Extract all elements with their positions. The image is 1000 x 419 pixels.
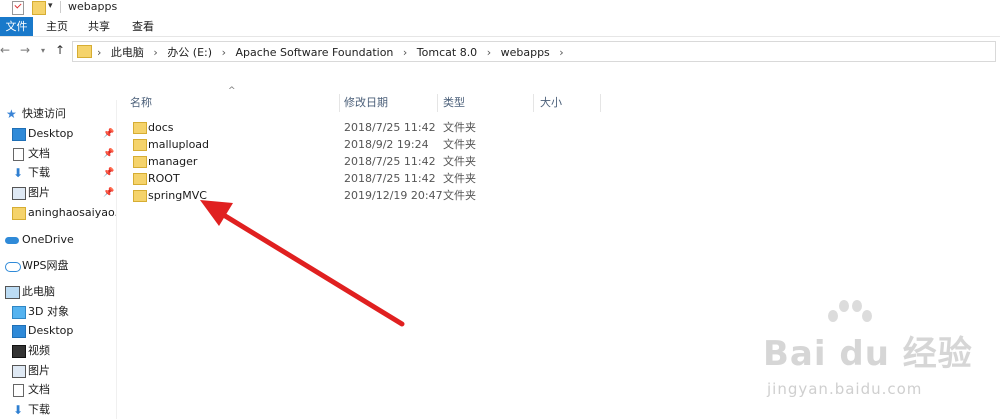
file-name: ROOT xyxy=(148,172,180,185)
download-icon: ⬇ xyxy=(13,403,24,417)
3d-objects-icon xyxy=(12,306,26,319)
title-separator xyxy=(60,1,61,13)
file-date: 2019/12/19 20:47 xyxy=(344,189,443,202)
tab-file[interactable]: 文件 xyxy=(0,17,33,36)
file-date: 2018/7/25 11:42 xyxy=(344,172,436,185)
folder-icon xyxy=(133,122,147,134)
column-name[interactable]: 名称 xyxy=(130,94,152,112)
file-row-root[interactable]: ROOT 2018/7/25 11:42 文件夹 xyxy=(126,170,596,187)
computer-icon xyxy=(5,286,20,299)
picture-icon xyxy=(12,365,26,378)
file-name: manager xyxy=(148,155,198,168)
file-date: 2018/7/25 11:42 xyxy=(344,121,436,134)
document-icon xyxy=(13,384,24,397)
file-date: 2018/9/2 19:24 xyxy=(344,138,429,151)
column-divider[interactable] xyxy=(600,94,601,112)
file-type: 文件夹 xyxy=(443,189,476,202)
file-date: 2018/7/25 11:42 xyxy=(344,155,436,168)
desktop-icon xyxy=(12,128,26,141)
customize-toolbar-chevron-icon[interactable]: ▾ xyxy=(48,1,53,13)
file-row-manager[interactable]: manager 2018/7/25 11:42 文件夹 xyxy=(126,153,596,170)
column-divider[interactable] xyxy=(437,94,438,112)
watermark: Bai du 经验 jingyan.baidu.com xyxy=(745,300,995,410)
ribbon-tabs: 文件 主页 共享 查看 xyxy=(0,17,1000,37)
annotation-arrow-shaft xyxy=(219,211,405,327)
breadcrumb-apache[interactable]: Apache Software Foundation xyxy=(235,46,393,59)
breadcrumb-chevron-icon[interactable]: › xyxy=(153,46,157,59)
cloud-icon xyxy=(5,237,19,244)
folder-icon xyxy=(133,139,147,151)
column-divider[interactable] xyxy=(533,94,534,112)
breadcrumb-drive-e[interactable]: 办公 (E:) xyxy=(167,46,212,59)
breadcrumb: › 此电脑 › 办公 (E:) › Apache Software Founda… xyxy=(97,44,570,60)
column-date-modified[interactable]: 修改日期 xyxy=(344,94,388,112)
pin-icon[interactable]: 📌 xyxy=(103,164,114,182)
back-arrow-icon[interactable]: ← xyxy=(0,43,10,57)
breadcrumb-this-pc[interactable]: 此电脑 xyxy=(111,46,144,59)
watermark-url: jingyan.baidu.com xyxy=(767,380,923,398)
column-type[interactable]: 类型 xyxy=(443,94,465,112)
watermark-logo: Bai du 经验 xyxy=(763,334,973,374)
file-type: 文件夹 xyxy=(443,138,476,151)
breadcrumb-chevron-icon[interactable]: › xyxy=(487,46,491,59)
breadcrumb-webapps[interactable]: webapps xyxy=(501,46,550,59)
pin-icon[interactable]: 📌 xyxy=(103,125,114,143)
file-name: docs xyxy=(148,121,174,134)
pin-icon[interactable]: 📌 xyxy=(103,145,114,163)
column-divider[interactable] xyxy=(339,94,340,112)
breadcrumb-chevron-icon[interactable]: › xyxy=(403,46,407,59)
tab-share[interactable]: 共享 xyxy=(84,17,114,36)
recent-locations-chevron-icon[interactable]: ▾ xyxy=(41,46,45,55)
download-icon: ⬇ xyxy=(13,166,24,180)
file-row-mallupload[interactable]: mallupload 2018/9/2 19:24 文件夹 xyxy=(126,136,596,153)
folder-icon xyxy=(77,45,92,58)
video-icon xyxy=(12,345,26,358)
file-type: 文件夹 xyxy=(443,121,476,134)
folder-icon xyxy=(12,207,26,220)
wps-cloud-icon xyxy=(5,262,21,272)
file-row-docs[interactable]: docs 2018/7/25 11:42 文件夹 xyxy=(126,119,596,136)
file-row-springmvc[interactable]: springMVC 2019/12/19 20:47 文件夹 xyxy=(126,187,596,204)
star-icon: ★ xyxy=(6,107,17,121)
file-type: 文件夹 xyxy=(443,172,476,185)
tab-home[interactable]: 主页 xyxy=(42,17,72,36)
file-name: mallupload xyxy=(148,138,210,151)
file-type: 文件夹 xyxy=(443,155,476,168)
folder-icon xyxy=(133,190,147,202)
picture-icon xyxy=(12,187,26,200)
title-bar: ▾ webapps xyxy=(0,0,1000,16)
breadcrumb-chevron-icon[interactable]: › xyxy=(97,46,101,59)
properties-check-icon[interactable] xyxy=(12,1,24,15)
column-header: 名称 修改日期 类型 大小 xyxy=(125,94,605,112)
window-title: webapps xyxy=(68,0,118,13)
breadcrumb-chevron-icon[interactable]: › xyxy=(559,46,563,59)
desktop-icon xyxy=(12,325,26,338)
column-size[interactable]: 大小 xyxy=(540,94,562,112)
forward-arrow-icon[interactable]: → xyxy=(20,43,30,57)
folder-icon xyxy=(133,173,147,185)
navigation-bar: ← → ▾ ↑ › 此电脑 › 办公 (E:) › Apache Softwar… xyxy=(0,39,1000,63)
address-bar[interactable]: › 此电脑 › 办公 (E:) › Apache Software Founda… xyxy=(72,41,996,62)
breadcrumb-chevron-icon[interactable]: › xyxy=(222,46,226,59)
tab-view[interactable]: 查看 xyxy=(128,17,158,36)
folder-icon xyxy=(133,156,147,168)
new-folder-icon[interactable] xyxy=(32,1,46,15)
navigation-pane: ★ 快速访问 Desktop 📌 文档 📌 ⬇ 下载 📌 图片 📌 aningh… xyxy=(0,100,117,419)
document-icon xyxy=(13,148,24,161)
up-arrow-icon[interactable]: ↑ xyxy=(55,43,65,57)
file-name: springMVC xyxy=(148,189,207,202)
pin-icon[interactable]: 📌 xyxy=(103,184,114,202)
breadcrumb-tomcat[interactable]: Tomcat 8.0 xyxy=(417,46,477,59)
